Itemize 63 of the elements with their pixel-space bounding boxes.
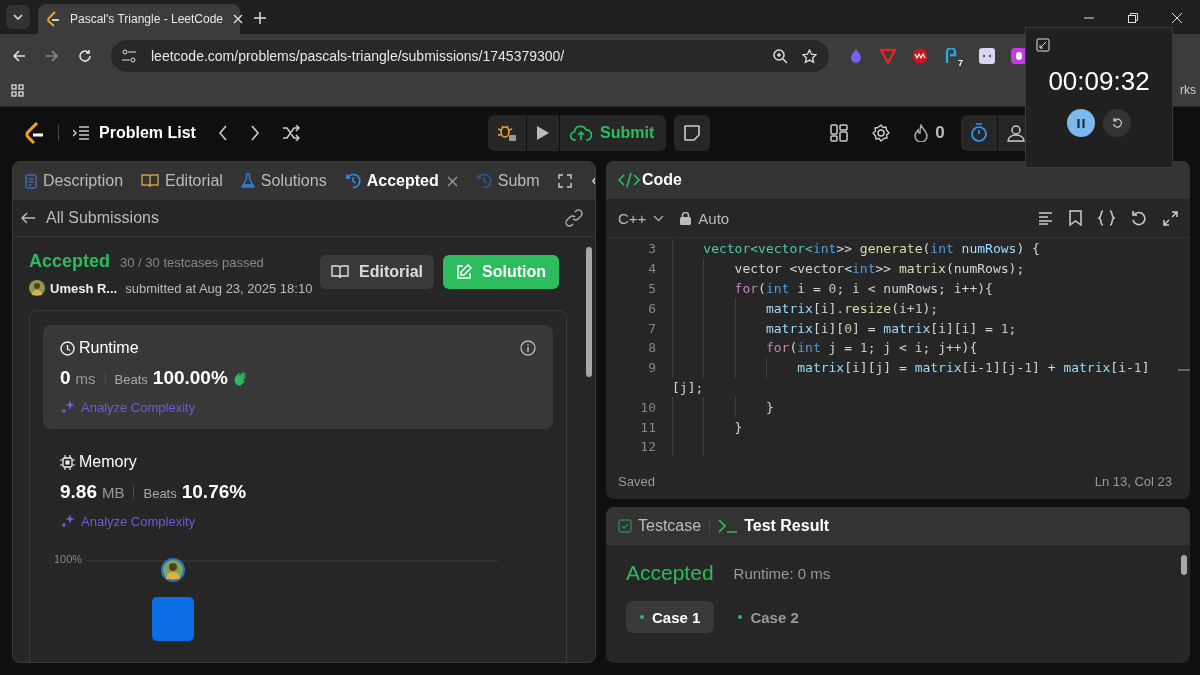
auto-mode-button[interactable]: Auto — [680, 209, 730, 227]
browser-tab[interactable]: Pascal's Triangle - LeetCode — [38, 4, 240, 34]
extension-count: 7 — [958, 58, 963, 68]
panel-tab[interactable]: Solutions — [240, 172, 327, 190]
beats-percent: 10.76% — [181, 481, 247, 503]
address-field[interactable]: leetcode.com/problems/pascals-triangle/submissions/1745379300/ — [111, 40, 829, 72]
line-number: 5 — [647, 281, 657, 296]
line-number: 11 — [639, 419, 657, 435]
panel-tab[interactable]: Test Result — [718, 517, 830, 535]
back-link[interactable]: All Submissions — [46, 209, 159, 227]
line-number: 8 — [647, 340, 657, 356]
panel-tab[interactable]: Subm — [475, 172, 540, 190]
line-number: 12 — [639, 439, 657, 455]
testcases-text: 30 / 30 testcases passed — [120, 255, 264, 270]
panel-tab[interactable]: Description — [25, 172, 124, 190]
line-number: 4 — [647, 261, 657, 277]
code-line: matrix[i][j] = matrix[i-1][j-1] + matrix[i-1] — [796, 360, 1150, 376]
status-text: Accepted — [29, 251, 111, 272]
beats-percent: 100.00% — [152, 367, 228, 389]
streak-count[interactable]: 0 — [935, 123, 945, 143]
code-line: matrix[i].resize(i+1); — [764, 300, 939, 316]
stat-card[interactable]: Runtime 0 ms Beats 100.00% Analyze Complexity — [43, 325, 553, 429]
language-dropdown[interactable]: C++ — [618, 209, 665, 227]
stat-unit: MB — [102, 484, 125, 501]
save-status: Saved — [618, 473, 655, 489]
editorial-button[interactable]: Editorial — [320, 255, 434, 289]
line-number: 10 — [639, 399, 657, 415]
code-line: vector<vector<int>> generate(int numRows) { — [702, 241, 1040, 257]
timer-display: 00:09:32 — [1048, 66, 1150, 97]
cursor-position: Ln 13, Col 23 — [1094, 473, 1172, 489]
panel-tab[interactable]: Editorial — [141, 172, 223, 190]
panel-tab[interactable]: Testcase — [618, 517, 702, 535]
code-line: } — [733, 419, 743, 435]
stat-value: 0 — [60, 367, 71, 389]
case-tab[interactable]: Case 2 — [724, 601, 813, 633]
submit-button[interactable]: Submit — [560, 115, 667, 151]
stat-value: 9.86 — [60, 481, 97, 503]
stat-unit: ms — [75, 370, 96, 387]
problem-list-link[interactable]: Problem List — [99, 124, 196, 142]
code-line: vector <vector<int>> matrix(numRows); — [733, 261, 1025, 277]
runtime-text: Runtime: 0 ms — [733, 564, 831, 582]
code-line: matrix[i][0] = matrix[i][i] = 1; — [764, 320, 1017, 336]
axis-label: 100% — [54, 553, 83, 567]
code-line: for(int j = 1; j < i; j++){ — [764, 340, 978, 356]
user-name[interactable]: Umesh R... — [50, 280, 118, 296]
line-number: 3 — [647, 241, 657, 257]
panel-tab[interactable]: Accepted — [344, 172, 439, 190]
line-number: 7 — [647, 320, 657, 336]
case-tab[interactable]: Case 1 — [626, 601, 715, 633]
result-status: Accepted — [626, 561, 714, 585]
beats-label: Beats — [114, 372, 148, 387]
stat-title: Memory — [79, 453, 137, 471]
beats-label: Beats — [143, 486, 177, 501]
stat-title: Runtime — [79, 339, 139, 357]
bookmarks-label[interactable]: rks — [1180, 83, 1196, 97]
stat-card[interactable]: Memory 9.86 MB Beats 10.76% Analyze Complexity — [43, 439, 553, 543]
code-line: [j]; — [672, 379, 704, 395]
code-line: for(int i = 0; i < numRows; i++){ — [733, 281, 993, 296]
code-line: } — [764, 399, 774, 415]
panel-title: Code — [642, 171, 682, 189]
line-number: 6 — [647, 300, 657, 316]
submitted-text: submitted at Aug 23, 2025 18:10 — [125, 280, 313, 296]
line-number: 9 — [647, 360, 657, 376]
